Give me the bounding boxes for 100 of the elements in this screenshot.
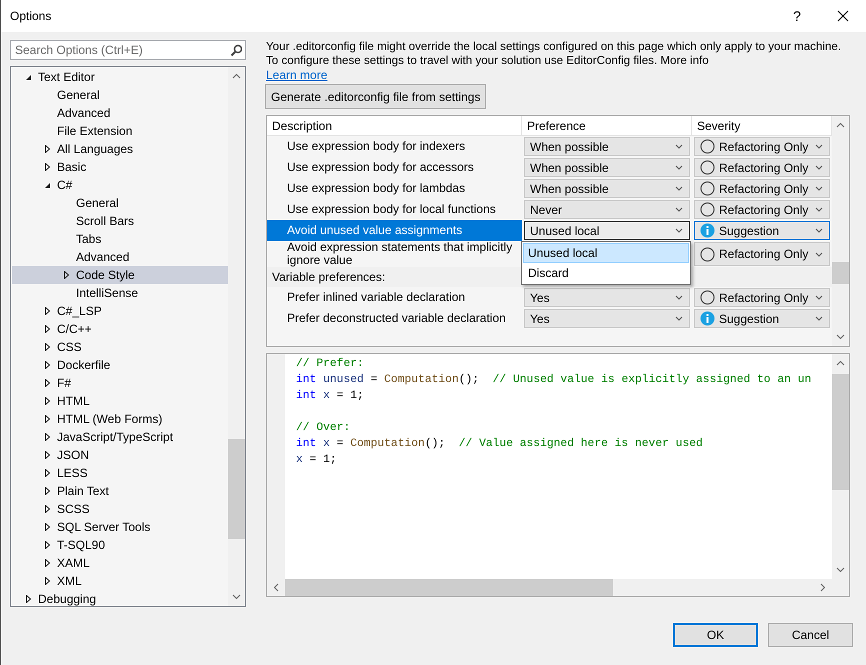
generate-button[interactable]: Generate .editorconfig file from settings [265, 84, 486, 109]
search-icon [230, 44, 242, 57]
code-line: int x = 1; [296, 388, 365, 404]
tree-item[interactable]: XAML [12, 554, 228, 572]
severity-dropdown[interactable]: Suggestion [694, 309, 830, 328]
scrollbar-thumb[interactable] [832, 374, 849, 490]
severity-dropdown[interactable]: Refactoring Only [694, 158, 830, 177]
severity-dropdown[interactable]: Refactoring Only [694, 200, 830, 219]
tree-item[interactable]: C/C++ [12, 320, 228, 338]
learn-more-link[interactable]: Learn more [266, 68, 328, 82]
chevron-down-icon [675, 295, 683, 300]
scroll-down-icon [232, 594, 241, 600]
dropdown-option[interactable]: Unused local [523, 243, 689, 263]
tree-item[interactable]: Code Style [12, 266, 228, 284]
tree-item[interactable]: Dockerfile [12, 356, 228, 374]
tree-item[interactable]: Basic [12, 158, 228, 176]
chevron-down-icon [815, 207, 823, 212]
window-title: Options [10, 9, 52, 23]
chevron-down-icon [815, 295, 823, 300]
chevron-down-icon [675, 228, 683, 233]
chevron-down-icon [675, 144, 683, 149]
preference-dropdown[interactable]: Unused local [524, 221, 690, 240]
scroll-up-icon [836, 360, 845, 366]
chevron-down-icon [815, 252, 823, 256]
tree-item[interactable]: General [12, 194, 228, 212]
code-line: int x = Computation(); // Value assigned here is never used [296, 436, 704, 452]
preference-dropdown[interactable]: Yes [524, 309, 690, 328]
setting-description[interactable]: Use expression body for local functions [267, 199, 522, 220]
tree-item[interactable]: Text Editor [12, 68, 228, 86]
column-header[interactable]: Severity [692, 116, 832, 136]
tree-item[interactable]: LESS [12, 464, 228, 482]
tree-item[interactable]: All Languages [12, 140, 228, 158]
tree-item[interactable]: SQL Server Tools [12, 518, 228, 536]
notice-text: Your .editorconfig file might override the local settings configured on this page which only apply to your machine. To configure these settings to travel with your solution use EditorConfig files. More info [266, 40, 842, 68]
tree-item[interactable]: IntelliSense [12, 284, 228, 302]
tree-item[interactable]: General [12, 86, 228, 104]
tree-item[interactable]: Advanced [12, 104, 228, 122]
code-line: // Over: [296, 420, 352, 436]
tree-item[interactable]: File Extension [12, 122, 228, 140]
setting-description[interactable]: Use expression body for lambdas [267, 178, 522, 199]
tree-item[interactable]: Plain Text [12, 482, 228, 500]
setting-description[interactable]: Use expression body for accessors [267, 157, 522, 178]
setting-description[interactable]: Prefer deconstructed variable declaration [267, 308, 522, 329]
chevron-down-icon [675, 316, 683, 321]
dialog-button[interactable]: OK [673, 623, 758, 647]
tree-item[interactable]: Debugging [12, 590, 228, 606]
scroll-up-icon [232, 73, 241, 79]
tree-item[interactable]: C# [12, 176, 228, 194]
code-line: x = 1; [296, 453, 338, 468]
scroll-down-icon [836, 567, 845, 573]
chevron-down-icon [815, 144, 823, 149]
severity-dropdown[interactable]: Refactoring Only [694, 179, 830, 198]
search-field[interactable]: Search Options (Ctrl+E) [10, 40, 246, 60]
vertical-scrollbar[interactable] [832, 354, 849, 579]
tree-item[interactable]: Tabs [12, 230, 228, 248]
code-line: int unused = Computation(); // Unused value is explicitly assigned to an un [296, 372, 812, 388]
chevron-down-icon [675, 186, 683, 191]
close-icon [837, 10, 849, 22]
setting-description[interactable]: Avoid expression statements that implicitly ignore value [267, 241, 522, 267]
preference-dropdown[interactable]: Never [524, 200, 690, 219]
scroll-up-icon [836, 122, 845, 128]
chevron-down-icon [675, 165, 683, 170]
tree-item[interactable]: C#_LSP [12, 302, 228, 320]
tree-item[interactable]: CSS [12, 338, 228, 356]
tree-item[interactable]: Scroll Bars [12, 212, 228, 230]
severity-dropdown[interactable]: Refactoring Only [694, 242, 830, 266]
preference-dropdown[interactable]: When possible [524, 179, 690, 198]
vertical-scrollbar[interactable] [832, 116, 849, 346]
tree-item[interactable]: T-SQL90 [12, 536, 228, 554]
dialog-button[interactable]: Cancel [768, 623, 853, 647]
preference-dropdown[interactable]: Yes [524, 288, 690, 307]
severity-dropdown[interactable]: Refactoring Only [694, 137, 830, 156]
severity-dropdown[interactable]: Refactoring Only [694, 288, 830, 307]
tree-item[interactable]: Advanced [12, 248, 228, 266]
column-header[interactable]: Description [267, 116, 522, 136]
tree-item[interactable]: HTML [12, 392, 228, 410]
tree-item[interactable]: SCSS [12, 500, 228, 518]
setting-description[interactable]: Use expression body for indexers [267, 136, 522, 157]
code-line: // Prefer: [296, 356, 365, 372]
scroll-down-icon [836, 334, 845, 340]
vertical-scrollbar[interactable] [228, 67, 245, 606]
preference-dropdown[interactable]: When possible [524, 137, 690, 156]
chevron-down-icon [815, 186, 823, 191]
setting-description[interactable]: Prefer inlined variable declaration [267, 287, 522, 308]
tree-item[interactable]: HTML (Web Forms) [12, 410, 228, 428]
tree-item[interactable]: XML [12, 572, 228, 590]
tree-item[interactable]: JavaScript/TypeScript [12, 428, 228, 446]
scrollbar-thumb[interactable] [285, 579, 613, 596]
column-header[interactable]: Preference [522, 116, 692, 136]
tree-item[interactable]: F# [12, 374, 228, 392]
chevron-down-icon [815, 316, 823, 321]
severity-dropdown[interactable]: Suggestion [694, 221, 830, 240]
tree-item[interactable]: JSON [12, 446, 228, 464]
setting-description[interactable]: Avoid unused value assignments [267, 220, 522, 241]
horizontal-scrollbar[interactable] [267, 579, 832, 596]
scrollbar-thumb[interactable] [228, 439, 245, 539]
preference-dropdown[interactable]: When possible [524, 158, 690, 177]
help-button[interactable]: ? [774, 8, 820, 24]
scrollbar-thumb[interactable] [832, 262, 849, 284]
scroll-right-icon [820, 583, 826, 592]
